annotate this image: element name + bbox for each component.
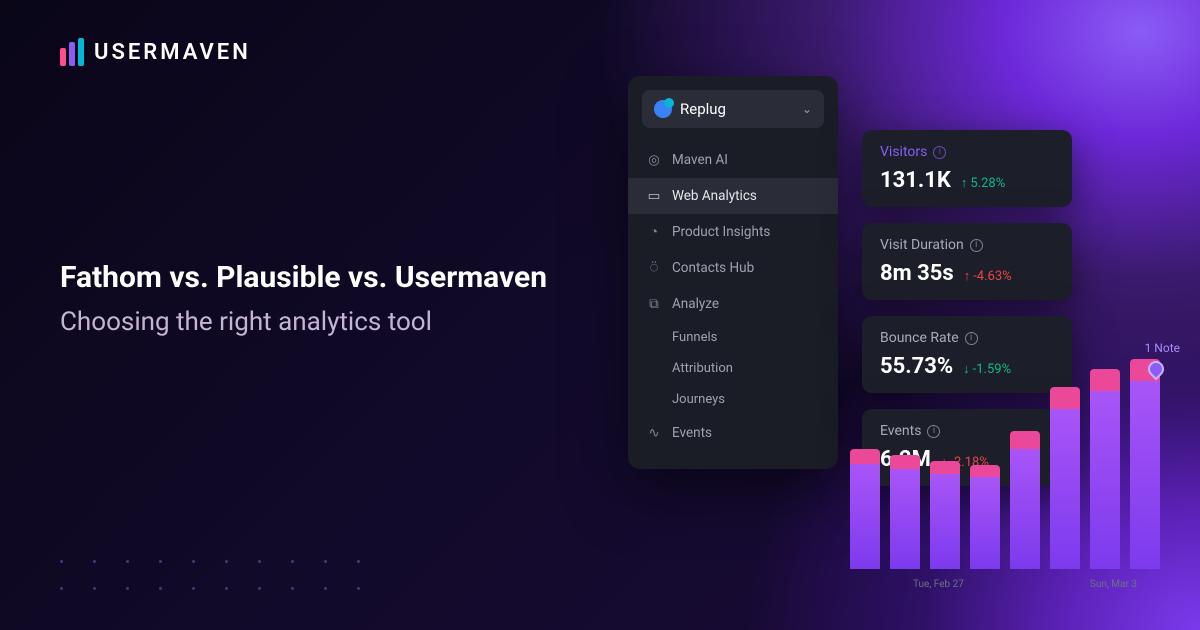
x-tick: Tue, Feb 27	[913, 579, 964, 590]
info-icon[interactable]: i	[933, 146, 946, 159]
logo-icon	[60, 38, 84, 66]
bar[interactable]	[890, 455, 920, 569]
chart-icon: ⧉	[646, 296, 662, 312]
headline-title: Fathom vs. Plausible vs. Usermaven	[60, 260, 547, 295]
nav-label: Contacts Hub	[672, 260, 754, 276]
nav-label: Events	[672, 425, 712, 441]
target-icon: ◎	[646, 152, 662, 168]
pulse-icon: ∿	[646, 425, 662, 441]
headline: Fathom vs. Plausible vs. Usermaven Choos…	[60, 260, 547, 337]
note-badge[interactable]: 1 Note	[1145, 341, 1180, 355]
calendar-icon: ▭	[646, 188, 662, 204]
card-title: Visitors i	[880, 144, 1054, 160]
nav-attribution[interactable]: Attribution	[628, 353, 838, 384]
card-value: 131.1K	[880, 168, 951, 193]
x-axis: Tue, Feb 27 Sun, Mar 3	[850, 579, 1200, 590]
bar[interactable]	[930, 461, 960, 569]
card-title: Bounce Rate i	[880, 330, 1054, 346]
bar[interactable]	[850, 449, 880, 569]
nav-label: Web Analytics	[672, 188, 757, 204]
user-icon: ⍥	[646, 260, 662, 276]
brand-name: USERMAVEN	[94, 40, 251, 65]
nav-analyze[interactable]: ⧉ Analyze	[628, 286, 838, 322]
chevron-down-icon: ⌄	[802, 102, 812, 116]
nav-product-insights[interactable]: ◔ Product Insights	[628, 214, 838, 250]
nav-funnels[interactable]: Funnels	[628, 322, 838, 353]
x-tick: Sun, Mar 3	[1090, 579, 1137, 590]
bar[interactable]	[1130, 359, 1160, 569]
card-value: 8m 35s	[880, 261, 954, 286]
bar-chart: 1 Note Tue, Feb 27 Sun, Mar 3	[850, 369, 1200, 590]
nav-web-analytics[interactable]: ▭ Web Analytics	[628, 178, 838, 214]
bar[interactable]	[1050, 387, 1080, 569]
replug-icon	[654, 100, 672, 118]
workspace-selector[interactable]: Replug ⌄	[642, 90, 824, 128]
card-delta: 5.28%	[961, 175, 1005, 191]
sidebar: Replug ⌄ ◎ Maven AI ▭ Web Analytics ◔ Pr…	[628, 76, 838, 469]
nav-label: Maven AI	[672, 152, 728, 168]
info-icon[interactable]: i	[970, 239, 983, 252]
nav-journeys[interactable]: Journeys	[628, 384, 838, 415]
card-visit-duration: Visit Duration i 8m 35s -4.63%	[862, 223, 1072, 300]
nav-label: Analyze	[672, 296, 719, 312]
info-icon[interactable]: i	[965, 332, 978, 345]
brand-logo: USERMAVEN	[60, 38, 251, 66]
bar[interactable]	[1010, 431, 1040, 569]
workspace-name: Replug	[680, 100, 794, 118]
card-title: Visit Duration i	[880, 237, 1054, 253]
nav-maven-ai[interactable]: ◎ Maven AI	[628, 142, 838, 178]
nav-events[interactable]: ∿ Events	[628, 415, 838, 451]
card-delta: -4.63%	[964, 268, 1012, 284]
arrow-up-icon	[964, 268, 971, 284]
card-visitors: Visitors i 131.1K 5.28%	[862, 130, 1072, 207]
chart-bars	[850, 369, 1200, 569]
clock-icon: ◔	[646, 224, 662, 240]
decorative-dots	[60, 560, 360, 590]
nav-label: Product Insights	[672, 224, 770, 240]
arrow-up-icon	[961, 175, 968, 191]
headline-subtitle: Choosing the right analytics tool	[60, 307, 547, 337]
nav-contacts-hub[interactable]: ⍥ Contacts Hub	[628, 250, 838, 286]
bar[interactable]	[1090, 369, 1120, 569]
bar[interactable]	[970, 465, 1000, 569]
